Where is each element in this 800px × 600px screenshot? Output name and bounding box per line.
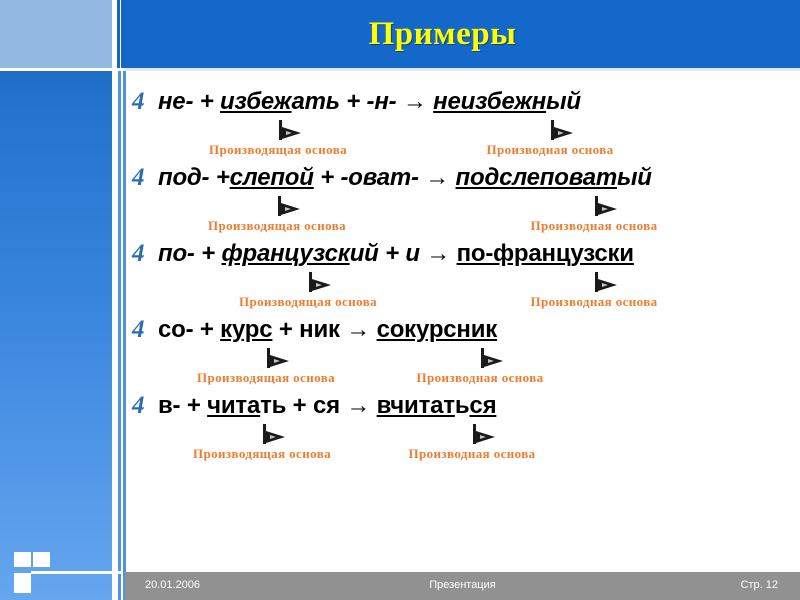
formula-stem-underlined: по-французски [456, 240, 634, 267]
example-formula: под- +слепой + -оват- → подслеповатый [158, 164, 652, 192]
sidebar-divider-line-1 [117, 0, 120, 68]
footer-page-number: Стр. 12 [740, 579, 778, 591]
example-equation-row: 4 в- + читать + ся → вчитаться [132, 392, 800, 428]
formula-stem-underlined: подслеповат [455, 164, 618, 191]
formula-stem-underlined: слепой [229, 164, 314, 191]
formula-segment: под- + [158, 164, 230, 191]
stem-annotation-label: Производная основа [416, 370, 544, 385]
flag-pointer-icon [595, 196, 617, 216]
formula-segment: ать + -н- → [291, 88, 434, 115]
formula-segment: в- + [158, 392, 208, 419]
decorative-square-3 [14, 573, 31, 593]
example-formula: в- + читать + ся → вчитаться [158, 392, 497, 420]
formula-stem-underlined: избеж [220, 88, 292, 115]
formula-segment: ый [617, 164, 652, 191]
flag-pointer-icon [551, 120, 573, 140]
stem-annotation-label: Производящая основа [238, 294, 378, 309]
formula-stem-underlined: курс [220, 316, 273, 343]
footer-title: Презентация [429, 579, 496, 591]
flag-pointer-icon [278, 196, 300, 216]
formula-stem-underlined: сокурсник [376, 316, 498, 343]
example-block: 4 не- + избежать + -н- → неизбежный Произв… [132, 88, 800, 164]
sidebar-horizontal-rule [31, 571, 121, 574]
examples-list: 4 не- + избежать + -н- → неизбежный Произв… [132, 88, 800, 558]
example-formula: не- + избежать + -н- → неизбежный [158, 88, 581, 116]
stem-annotation-label: Производная основа [408, 446, 536, 461]
stem-annotation-label: Производная основа [530, 218, 658, 233]
bullet-marker: 4 [132, 316, 145, 343]
stem-annotation-label: Производящая основа [192, 446, 332, 461]
flag-pointer-icon [267, 348, 289, 368]
example-equation-row: 4 со- + курс + ник → сокурсник [132, 316, 800, 352]
presentation-slide: Примеры 4 не- + избежать + -н- → неизбежн… [0, 0, 800, 600]
formula-segment: не- + [158, 88, 220, 115]
flag-pointer-icon [263, 424, 285, 444]
sidebar-divider-line-4 [123, 71, 126, 600]
example-block: 4 по- + французский + и → по-французски Пр… [132, 240, 800, 316]
formula-segment: + -оват- → [313, 164, 456, 191]
formula-stem-underlined: французск [221, 240, 350, 267]
flag-pointer-icon [595, 272, 617, 292]
example-equation-row: 4 не- + избежать + -н- → неизбежный [132, 88, 800, 124]
title-underline [125, 68, 800, 71]
formula-segment: ый [546, 88, 581, 115]
bullet-marker: 4 [132, 240, 145, 267]
flag-pointer-icon [473, 424, 495, 444]
formula-segment: ь [454, 392, 470, 419]
example-equation-row: 4 по- + французский + и → по-французски [132, 240, 800, 276]
page-title: Примеры [368, 15, 517, 52]
decorative-square-2 [33, 552, 50, 567]
example-block: 4 в- + читать + ся → вчитаться Производяща… [132, 392, 800, 468]
formula-segment: со- + [158, 316, 221, 343]
formula-segment: ий + и → [349, 240, 457, 267]
formula-segment: + ник → [272, 316, 377, 343]
flag-pointer-icon [481, 348, 503, 368]
sidebar-divider-line-3 [118, 71, 121, 600]
example-equation-row: 4 под- +слепой + -оват- → подслеповатый [132, 164, 800, 200]
flag-pointer-icon [279, 120, 301, 140]
stem-annotation-label: Производящая основа [196, 370, 336, 385]
annotation-markers: Производящая основа Производная основа [132, 120, 800, 164]
formula-stem-underlined: вчитат [376, 392, 455, 419]
stem-annotation-label: Производящая основа [207, 218, 347, 233]
formula-stem-underlined: неизбежн [433, 88, 547, 115]
example-block: 4 со- + курс + ник → сокурсник Производяща… [132, 316, 800, 392]
annotation-markers: Производящая основа Производная основа [132, 196, 800, 240]
decorative-square-1 [14, 552, 31, 567]
slide-footer: 20.01.2006 Презентация Стр. 12 [125, 572, 800, 600]
sidebar-top-block [0, 0, 112, 68]
annotation-markers: Производящая основа Производная основа [132, 272, 800, 316]
bullet-marker: 4 [132, 392, 145, 419]
formula-segment: ть + ся → [260, 392, 377, 419]
example-block: 4 под- +слепой + -оват- → подслеповатый Пр… [132, 164, 800, 240]
example-formula: по- + французский + и → по-французски [158, 240, 634, 268]
bullet-marker: 4 [132, 164, 145, 191]
stem-annotation-label: Производная основа [530, 294, 658, 309]
annotation-markers: Производящая основа Производная основа [132, 424, 800, 468]
formula-segment: по- + [158, 240, 222, 267]
stem-annotation-label: Производящая основа [208, 142, 348, 157]
formula-stem-underlined: чита [207, 392, 261, 419]
annotation-markers: Производящая основа Производная основа [132, 348, 800, 392]
formula-stem-underlined: ся [469, 392, 497, 419]
bullet-marker: 4 [132, 88, 145, 115]
sidebar-gradient-block [0, 71, 112, 600]
flag-pointer-icon [309, 272, 331, 292]
example-formula: со- + курс + ник → сокурсник [158, 316, 497, 344]
stem-annotation-label: Производная основа [486, 142, 614, 157]
